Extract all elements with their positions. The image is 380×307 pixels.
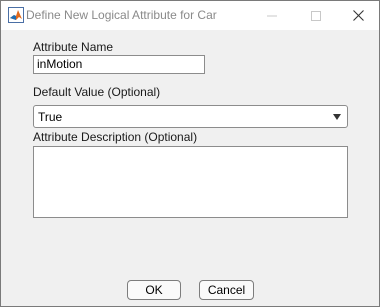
attribute-name-label: Attribute Name — [33, 40, 114, 54]
attribute-description-label: Attribute Description (Optional) — [33, 130, 198, 144]
maximize-icon — [311, 10, 321, 21]
default-value-dropdown[interactable]: True — [33, 105, 348, 128]
cancel-button[interactable]: Cancel — [199, 280, 254, 300]
default-value-selected: True — [38, 110, 63, 124]
maximize-button[interactable] — [296, 1, 336, 30]
window-title: Define New Logical Attribute for Car — [26, 8, 217, 22]
close-button[interactable] — [338, 1, 378, 30]
attribute-description-textarea[interactable] — [33, 146, 348, 218]
minimize-button[interactable] — [252, 1, 292, 30]
dialog-window: Define New Logical Attribute for Car Att… — [0, 0, 380, 307]
ok-button[interactable]: OK — [127, 280, 181, 300]
default-value-label: Default Value (Optional) — [33, 85, 161, 99]
matlab-logo-icon — [8, 7, 24, 23]
minimize-icon — [267, 15, 277, 16]
attribute-name-input[interactable]: inMotion — [33, 55, 205, 74]
title-bar[interactable]: Define New Logical Attribute for Car — [1, 1, 379, 30]
chevron-down-icon — [333, 114, 341, 120]
close-icon — [352, 10, 364, 21]
dialog-content: Attribute Name inMotion Default Value (O… — [1, 30, 379, 306]
